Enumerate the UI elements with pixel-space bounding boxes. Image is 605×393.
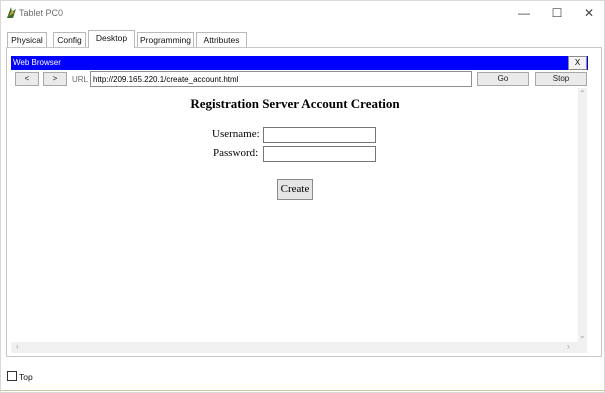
browser-viewport: Registration Server Account Creation Use… bbox=[11, 88, 579, 343]
stop-button[interactable]: Stop bbox=[535, 72, 587, 86]
web-browser-title: Web Browser bbox=[13, 58, 61, 67]
vertical-scrollbar[interactable]: ⌃ ⌄ bbox=[578, 88, 587, 343]
go-button[interactable]: Go bbox=[477, 72, 529, 86]
back-button[interactable]: < bbox=[15, 72, 39, 86]
window-title: Tablet PC0 bbox=[19, 8, 64, 18]
browser-close-button[interactable]: X bbox=[568, 56, 587, 70]
tab-physical[interactable]: Physical bbox=[7, 32, 47, 48]
horizontal-scrollbar[interactable]: ‹ › bbox=[11, 342, 587, 353]
minimize-icon[interactable]: — bbox=[513, 5, 535, 21]
tab-attributes[interactable]: Attributes bbox=[196, 32, 247, 48]
packet-tracer-icon bbox=[7, 7, 16, 18]
password-input[interactable] bbox=[263, 146, 376, 162]
top-checkbox[interactable] bbox=[7, 371, 17, 381]
forward-button[interactable]: > bbox=[43, 72, 67, 86]
create-button[interactable]: Create bbox=[277, 179, 313, 200]
password-label: Password: bbox=[213, 147, 259, 159]
username-label: Username: bbox=[212, 128, 260, 140]
url-label: URL bbox=[72, 75, 89, 84]
web-browser-title-bar: Web Browser bbox=[11, 56, 588, 70]
scroll-left-icon[interactable]: ‹ bbox=[16, 342, 19, 351]
top-checkbox-label: Top bbox=[19, 372, 33, 382]
tab-programming[interactable]: Programming bbox=[137, 32, 194, 48]
close-icon[interactable]: ✕ bbox=[578, 5, 600, 21]
tablet-window: Tablet PC0 — ☐ ✕ Physical Config Desktop… bbox=[0, 0, 605, 393]
scroll-up-icon[interactable]: ⌃ bbox=[579, 89, 586, 98]
username-input[interactable] bbox=[263, 127, 376, 143]
bottom-divider bbox=[1, 390, 605, 391]
scroll-right-icon[interactable]: › bbox=[567, 342, 570, 351]
url-input[interactable] bbox=[90, 71, 472, 87]
tab-config[interactable]: Config bbox=[53, 32, 86, 48]
maximize-icon[interactable]: ☐ bbox=[546, 5, 568, 21]
scroll-down-icon[interactable]: ⌄ bbox=[579, 331, 586, 340]
tab-desktop[interactable]: Desktop bbox=[88, 30, 135, 48]
title-bar: Tablet PC0 — ☐ ✕ bbox=[1, 1, 604, 25]
page-title: Registration Server Account Creation bbox=[190, 96, 400, 111]
